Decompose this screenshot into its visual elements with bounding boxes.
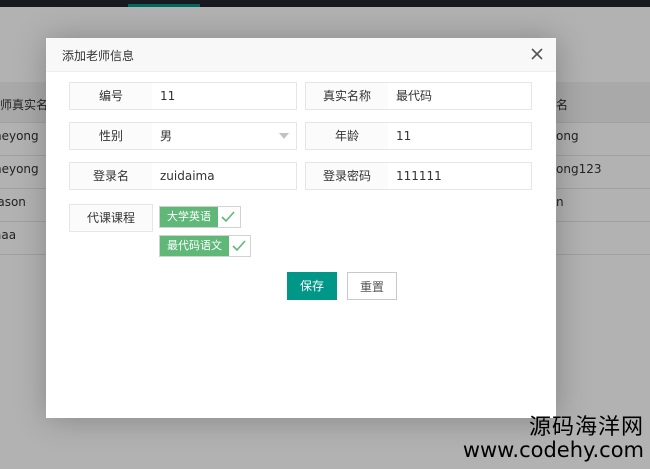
add-teacher-dialog: 添加老师信息 编号 11 真实名称 最代码 性别 男 年龄 11 登录名 zui… [46,38,556,418]
field-gender: 性别 男 [69,122,297,150]
login-name-label: 登录名 [69,162,153,190]
gender-select-value: 男 [160,129,173,143]
field-login-password: 登录密码 111111 [305,162,533,190]
dialog-title: 添加老师信息 [62,49,135,63]
field-courses: 代课课程 [69,204,153,232]
field-login-name: 登录名 zuidaima [69,162,297,190]
course-checkbox[interactable]: 最代码语文 [159,235,251,257]
number-label: 编号 [69,82,153,110]
number-input[interactable]: 11 [152,82,297,110]
course-name: 大学英语 [160,207,218,227]
watermark-url: www.codehy.com [462,437,644,462]
courses-label: 代课课程 [69,204,153,232]
real-name-label: 真实名称 [305,82,389,110]
field-real-name: 真实名称 最代码 [305,82,533,110]
watermark-site-name: 源码海洋网 [528,414,644,440]
field-number: 编号 11 [69,82,297,110]
login-password-label: 登录密码 [305,162,389,190]
check-icon [230,237,248,255]
login-name-input[interactable]: zuidaima [152,162,297,190]
watermark: 源码海洋网 www.codehy.com [463,416,644,461]
course-checkbox[interactable]: 大学英语 [159,206,241,228]
real-name-input[interactable]: 最代码 [388,82,532,110]
reset-button[interactable]: 重置 [347,272,397,300]
chevron-down-icon[interactable] [279,133,289,139]
field-age: 年龄 11 [305,122,533,150]
check-icon [219,208,237,226]
dialog-header: 添加老师信息 [46,38,556,72]
gender-label: 性别 [69,122,153,150]
age-input[interactable]: 11 [388,122,532,150]
close-icon[interactable] [528,45,546,63]
gender-select[interactable]: 男 [152,122,297,150]
age-label: 年龄 [305,122,389,150]
login-password-input[interactable]: 111111 [388,162,532,190]
save-button[interactable]: 保存 [287,272,337,300]
course-name: 最代码语文 [160,236,229,256]
